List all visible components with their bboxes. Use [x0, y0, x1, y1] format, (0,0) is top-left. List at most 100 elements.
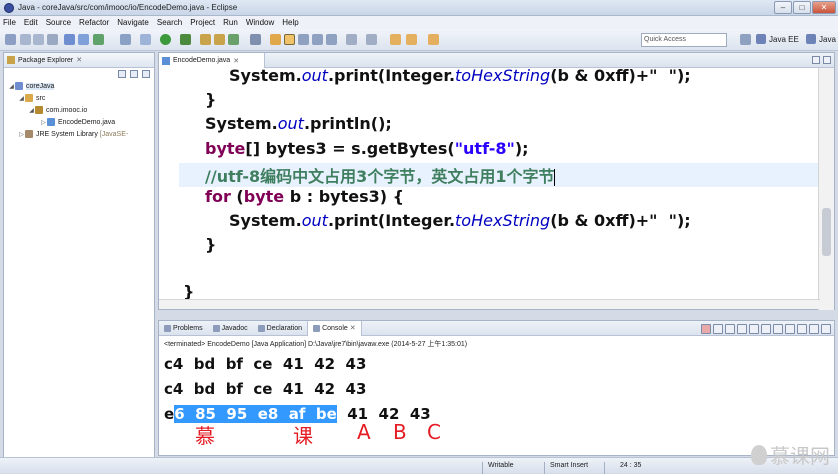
new-package-icon[interactable] [214, 34, 225, 45]
expand-arrow-icon[interactable]: ◢ [18, 95, 25, 102]
tree-item-src[interactable]: ◢ src [4, 92, 154, 104]
menu-project[interactable]: Project [190, 18, 215, 27]
forward-icon[interactable] [428, 34, 439, 45]
code-line: } [205, 90, 217, 109]
link-with-editor-icon[interactable] [130, 70, 138, 78]
next-annotation-icon[interactable] [346, 34, 357, 45]
package-explorer-tab[interactable]: Package Explorer ✕ [4, 53, 154, 68]
skip-breakpoints-icon[interactable] [120, 34, 131, 45]
terminate-icon[interactable] [701, 324, 711, 334]
maximize-button[interactable]: □ [793, 1, 811, 14]
code-line: } [205, 235, 217, 254]
code-line: byte[] bytes3 = s.getBytes("utf-8"); [205, 139, 529, 158]
quick-access-input[interactable]: Quick Access [641, 33, 727, 47]
code-line: System.out.println(); [205, 114, 392, 133]
save-all-icon[interactable] [33, 34, 44, 45]
expand-arrow-icon[interactable]: ◢ [8, 83, 15, 90]
text-caret [554, 169, 556, 186]
block-selection-icon[interactable] [326, 34, 337, 45]
editor-horizontal-scrollbar[interactable] [159, 299, 820, 309]
collapse-arrow-icon[interactable]: ▷ [18, 131, 25, 138]
collapse-arrow-icon[interactable]: ▷ [40, 119, 47, 126]
back-icon[interactable] [406, 34, 417, 45]
annotation-char: 慕 [195, 424, 215, 448]
remove-launch-icon[interactable] [713, 324, 723, 334]
tree-item-project[interactable]: ◢ coreJava [4, 80, 154, 92]
maximize-icon[interactable] [821, 324, 831, 334]
tab-problems[interactable]: Problems [159, 321, 208, 336]
java-file-icon [47, 118, 55, 126]
view-menu-icon[interactable] [142, 70, 150, 78]
annotation-char: 课 [293, 424, 313, 448]
menu-search[interactable]: Search [157, 18, 182, 27]
toggle-breadcrumb-icon[interactable] [284, 34, 295, 45]
minimize-icon[interactable] [812, 56, 820, 64]
minimize-button[interactable]: – [774, 1, 792, 14]
console-toolbar [701, 324, 831, 334]
previous-annotation-icon[interactable] [366, 34, 377, 45]
new-class-icon[interactable] [228, 34, 239, 45]
show-on-output-icon[interactable] [761, 324, 771, 334]
perspective-java[interactable]: Java [806, 34, 836, 44]
project-tree: ◢ coreJava ◢ src ◢ com.imooc.io ▷ Encode… [4, 80, 154, 140]
collapse-all-icon[interactable] [118, 70, 126, 78]
tab-console[interactable]: Console ✕ [307, 320, 362, 336]
editor-vertical-scrollbar[interactable] [818, 68, 834, 310]
clear-console-icon[interactable] [737, 324, 747, 334]
maximize-icon[interactable] [823, 56, 831, 64]
close-icon[interactable]: ✕ [350, 324, 356, 332]
perspective-java-ee[interactable]: Java EE [756, 34, 799, 44]
remove-all-icon[interactable] [725, 324, 735, 334]
external-tools-icon[interactable] [140, 34, 151, 45]
word-wrap-icon[interactable] [298, 34, 309, 45]
menu-edit[interactable]: Edit [24, 18, 38, 27]
tree-item-jre[interactable]: ▷ JRE System Library [JavaSE- [4, 128, 154, 140]
open-console-icon[interactable] [797, 324, 807, 334]
java-file-icon [162, 56, 170, 65]
code-area[interactable]: System.out.print(Integer.toHexString(b &… [159, 68, 819, 310]
tab-javadoc[interactable]: Javadoc [208, 321, 253, 336]
close-icon[interactable]: ✕ [233, 57, 239, 65]
menu-run[interactable]: Run [223, 18, 238, 27]
console-output[interactable]: c4 bd bf ce 41 42 43 c4 bd bf ce 41 42 4… [159, 352, 834, 427]
toggle-mark-occurrences-icon[interactable] [270, 34, 281, 45]
last-edit-location-icon[interactable] [390, 34, 401, 45]
open-perspective-icon[interactable] [740, 34, 751, 45]
imooc-logo-icon [751, 444, 767, 465]
code-line: for (byte b : bytes3) { [205, 187, 404, 206]
javadoc-icon [212, 324, 220, 332]
tab-declaration[interactable]: Declaration [253, 321, 307, 336]
tree-item-package[interactable]: ◢ com.imooc.io [4, 104, 154, 116]
pin-console-icon[interactable] [773, 324, 783, 334]
scrollbar-thumb[interactable] [822, 208, 831, 256]
expand-arrow-icon[interactable]: ◢ [28, 107, 35, 114]
status-separator [544, 462, 545, 474]
display-console-icon[interactable] [785, 324, 795, 334]
print-icon[interactable] [47, 34, 58, 45]
debug-icon[interactable] [180, 34, 191, 45]
status-insert-mode: Smart Insert [550, 462, 589, 469]
editor-tab[interactable]: EncodeDemo.java ✕ [159, 53, 265, 68]
close-button[interactable]: ✕ [812, 1, 836, 14]
scroll-lock-icon[interactable] [749, 324, 759, 334]
library-icon [25, 130, 33, 138]
menu-window[interactable]: Window [246, 18, 274, 27]
menu-navigate[interactable]: Navigate [117, 18, 149, 27]
new-icon[interactable] [5, 34, 16, 45]
tree-item-file[interactable]: ▷ EncodeDemo.java [4, 116, 154, 128]
declaration-icon [257, 324, 265, 332]
run-icon[interactable] [160, 34, 171, 45]
minimize-icon[interactable] [809, 324, 819, 334]
new-java-project-icon[interactable] [200, 34, 211, 45]
open-type-icon[interactable] [64, 34, 75, 45]
open-task-icon[interactable] [250, 34, 261, 45]
close-icon[interactable]: ✕ [76, 56, 82, 64]
coverage-icon[interactable] [93, 34, 104, 45]
menu-help[interactable]: Help [282, 18, 298, 27]
show-whitespace-icon[interactable] [312, 34, 323, 45]
save-icon[interactable] [20, 34, 31, 45]
menu-refactor[interactable]: Refactor [79, 18, 109, 27]
new-server-icon[interactable] [78, 34, 89, 45]
menu-source[interactable]: Source [46, 18, 71, 27]
menu-file[interactable]: File [3, 18, 16, 27]
